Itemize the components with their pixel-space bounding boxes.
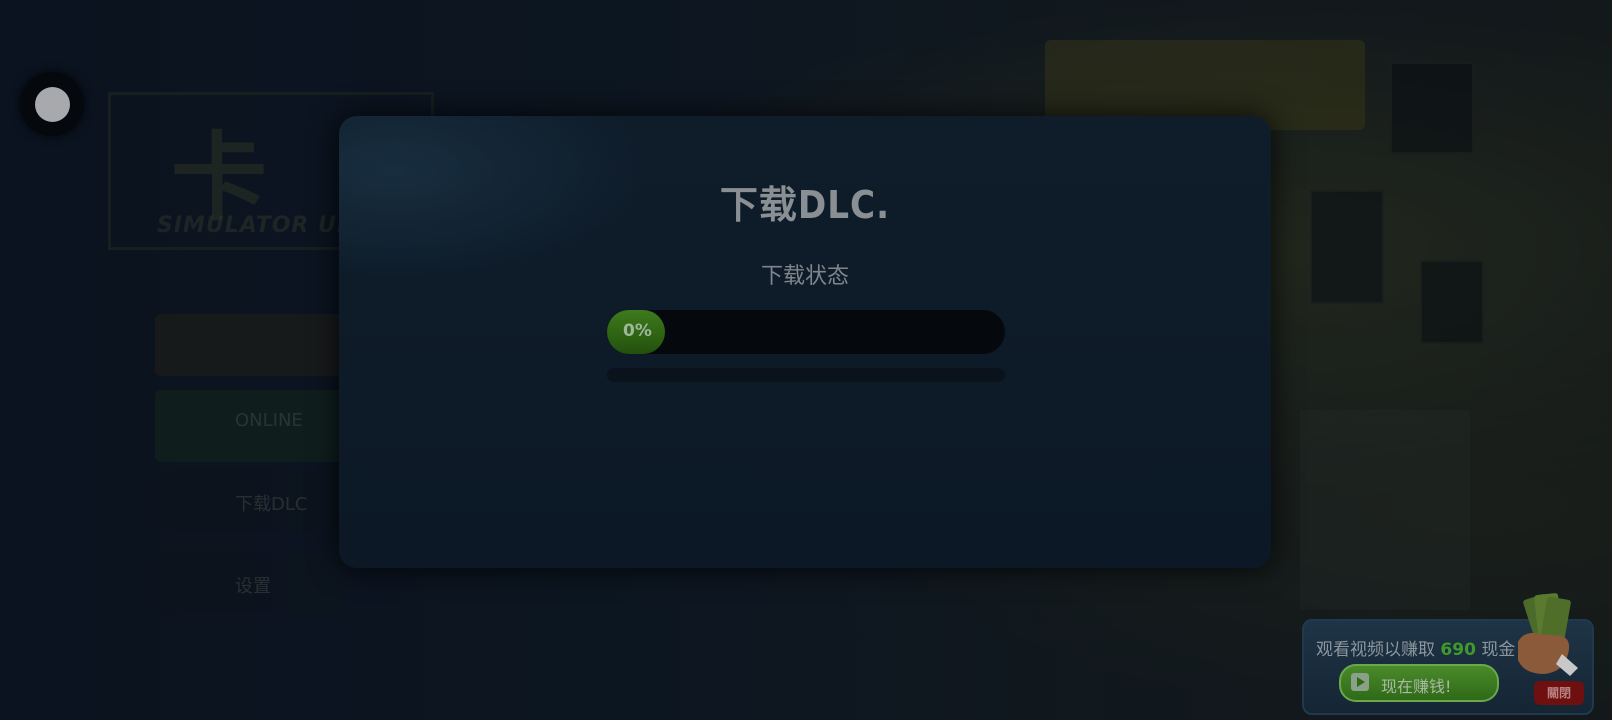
download-progress-bar: 0% xyxy=(607,310,1005,354)
ad-text-before: 观看视频以赚取 xyxy=(1316,640,1435,660)
ad-text: 观看视频以赚取 690 现金 xyxy=(1316,635,1515,660)
circle-knob-icon xyxy=(35,87,70,122)
progress-fill: 0% xyxy=(607,310,665,354)
ad-cash-amount: 690 xyxy=(1440,640,1476,660)
close-ad-button[interactable]: 關閉 xyxy=(1534,681,1584,705)
play-icon xyxy=(1351,673,1369,691)
earn-now-button-label: 现在赚钱! xyxy=(1381,677,1452,696)
download-dlc-dialog: 下载DLC. 下载状态 0% xyxy=(339,116,1271,568)
download-status-label: 下载状态 xyxy=(760,264,849,289)
back-button[interactable] xyxy=(20,72,84,136)
progress-percent-text: 0% xyxy=(623,321,652,341)
money-hand-icon xyxy=(1518,593,1578,676)
progress-bar-shadow xyxy=(607,368,1005,382)
earn-now-button[interactable]: 现在赚钱! xyxy=(1339,664,1499,702)
dialog-title: 下载DLC. xyxy=(719,183,891,227)
